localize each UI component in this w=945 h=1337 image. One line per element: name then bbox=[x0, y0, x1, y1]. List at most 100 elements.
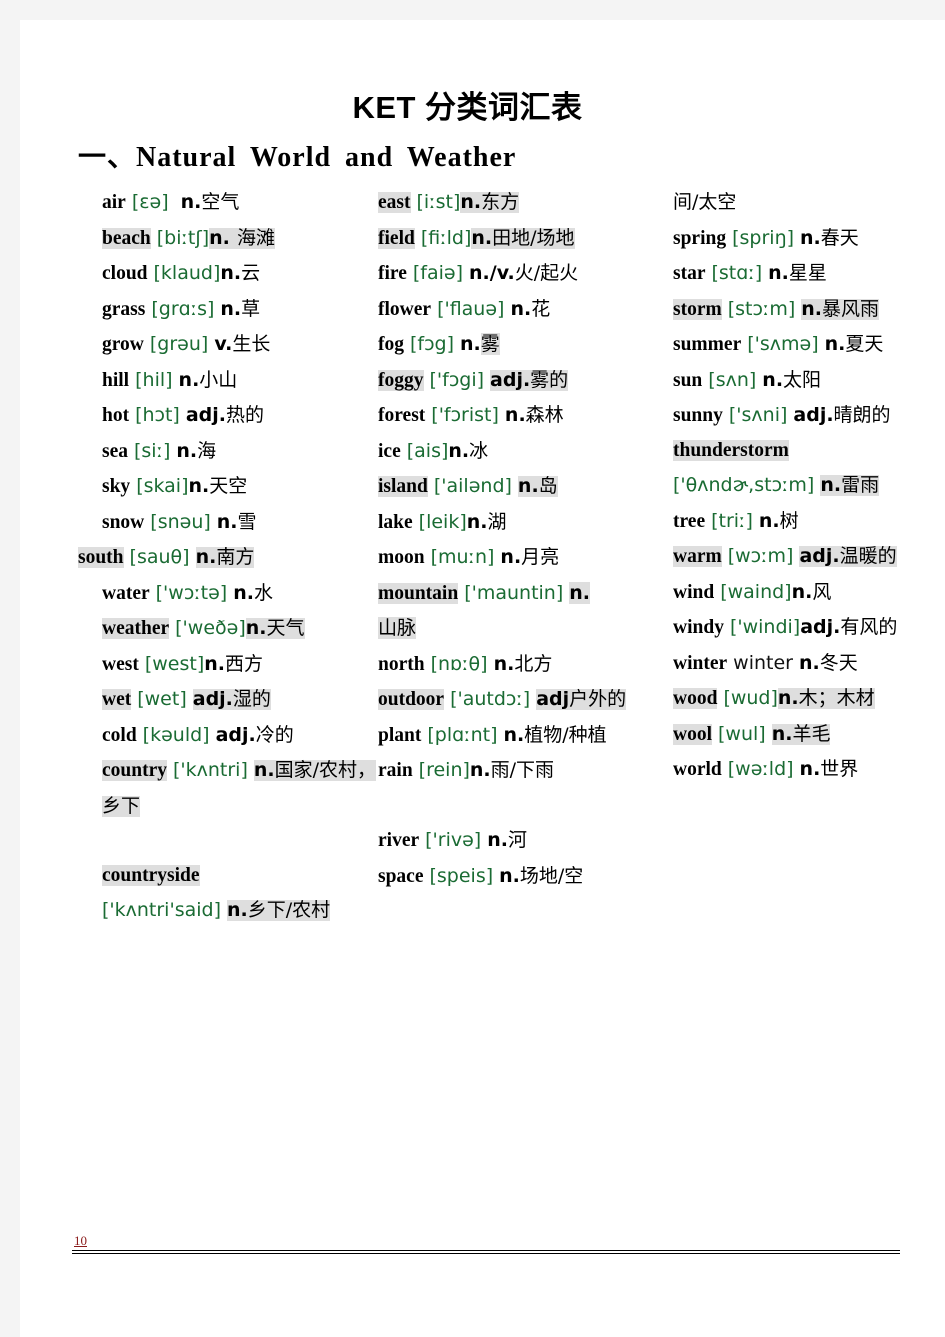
meaning: 夏天 bbox=[845, 333, 884, 355]
meaning: 冰 bbox=[469, 439, 489, 462]
headword: plant bbox=[378, 724, 422, 746]
phonetic: winter bbox=[733, 651, 793, 674]
part-of-speech: n. bbox=[504, 404, 526, 426]
part-of-speech: n. bbox=[503, 723, 525, 746]
phonetic: [hɔt] bbox=[135, 404, 180, 426]
entry-warm: warm [wɔːm] adj.温暖的 bbox=[673, 539, 945, 575]
entry-winter: winter winter n.冬天 bbox=[673, 646, 945, 682]
phonetic: ['mauntin] bbox=[464, 581, 564, 604]
headword: grow bbox=[102, 334, 144, 355]
headword: summer bbox=[673, 334, 742, 355]
entry-flower: flower ['flauə] n.花 bbox=[378, 292, 663, 328]
entry-air: air [ɛə] n.空气 bbox=[78, 185, 378, 221]
entry-south: south [sauθ] n.南方 bbox=[78, 540, 378, 576]
entry-fog: fog [fɔg] n.雾 bbox=[378, 327, 663, 363]
part-of-speech: n. bbox=[220, 297, 242, 320]
headword: windy bbox=[673, 617, 724, 638]
meaning: 雾 bbox=[480, 333, 500, 355]
phonetic: [fiːld] bbox=[420, 226, 472, 249]
entry-sunny: sunny ['sʌni] adj.晴朗的 bbox=[673, 398, 945, 434]
phonetic: [fɔg] bbox=[410, 333, 455, 355]
phonetic: [skai] bbox=[136, 475, 189, 497]
headword: field bbox=[378, 227, 415, 249]
part-of-speech: n. bbox=[209, 226, 230, 249]
part-of-speech: n. bbox=[824, 333, 846, 355]
part-of-speech: n. bbox=[469, 759, 491, 781]
entry-river: river ['rivə] n.河 bbox=[378, 823, 663, 859]
phonetic: ['weðə] bbox=[175, 617, 246, 639]
phonetic: [wud] bbox=[723, 687, 778, 709]
headword: winter bbox=[673, 652, 728, 674]
phonetic: [klaud] bbox=[153, 262, 221, 284]
meaning: 温暖的 bbox=[839, 545, 897, 567]
part-of-speech: n. bbox=[460, 191, 482, 213]
meaning: 热的 bbox=[226, 404, 265, 426]
meaning: 冬天 bbox=[819, 651, 858, 674]
meaning: 月亮 bbox=[521, 546, 560, 568]
meaning: 东方 bbox=[481, 191, 520, 213]
headword: south bbox=[78, 547, 124, 568]
headword: cloud bbox=[102, 263, 148, 284]
headword: grass bbox=[102, 298, 146, 320]
part-of-speech: n. bbox=[798, 651, 820, 674]
entry-space: space [speis] n.场地/空 bbox=[378, 859, 663, 895]
meaning: 雨/下雨 bbox=[490, 759, 555, 781]
entry-star: star [stɑː] n.星星 bbox=[673, 256, 945, 292]
headword: fire bbox=[378, 263, 407, 284]
entry-weather: weather ['weðə]n.天气 bbox=[78, 611, 378, 647]
part-of-speech: n. bbox=[768, 262, 789, 284]
meaning: 有风的 bbox=[840, 616, 898, 638]
scan-background: KET 分类词汇表 一、Natural World and Weather ai… bbox=[0, 0, 945, 1337]
meaning: 水 bbox=[253, 581, 273, 604]
headword: country bbox=[102, 760, 167, 781]
meaning: 暴风雨 bbox=[822, 297, 880, 320]
phonetic: [stɑː] bbox=[711, 262, 763, 284]
entry-cold: cold [kəuld] adj.冷的 bbox=[78, 718, 378, 754]
meaning: 湿的 bbox=[232, 688, 271, 710]
phonetic: ['fɔrist] bbox=[431, 404, 499, 426]
meaning: 小山 bbox=[199, 368, 238, 391]
meaning: 树 bbox=[779, 509, 799, 532]
phonetic: ['windi] bbox=[729, 616, 801, 638]
meaning: 海 bbox=[197, 439, 217, 462]
headword: air bbox=[102, 192, 126, 213]
headword: star bbox=[673, 263, 706, 284]
headword: mountain bbox=[378, 582, 459, 604]
entry-beach: beach [biːtʃ]n. 海滩 bbox=[78, 221, 378, 257]
entry-outdoor: outdoor ['autdɔː] adj户外的 bbox=[378, 682, 663, 718]
headword: sunny bbox=[673, 405, 723, 426]
entry-countryside: countryside ['kʌntri'said] n.乡下/农村 bbox=[78, 859, 378, 929]
part-of-speech: n. bbox=[791, 580, 813, 603]
entry-wet: wet [wet] adj.湿的 bbox=[78, 682, 378, 718]
footer-divider bbox=[72, 1250, 900, 1254]
part-of-speech: n. bbox=[487, 829, 508, 851]
meaning: 草 bbox=[241, 297, 261, 320]
meaning: 天气 bbox=[266, 617, 305, 639]
phonetic: [snəu] bbox=[150, 510, 211, 533]
meaning: 雾的 bbox=[530, 368, 569, 391]
meaning: 世界 bbox=[820, 758, 859, 780]
headword: tree bbox=[673, 510, 706, 532]
part-of-speech: adj. bbox=[490, 368, 531, 391]
part-of-speech: adj bbox=[536, 688, 570, 710]
entry-foggy: foggy ['fɔgi] adj.雾的 bbox=[378, 363, 663, 399]
headword: island bbox=[378, 476, 428, 497]
part-of-speech: n. bbox=[471, 226, 493, 249]
entry-water: water ['wɔːtə] n.水 bbox=[78, 576, 378, 612]
headword: wood bbox=[673, 688, 718, 709]
entry-wood: wood [wud]n.木；木材 bbox=[673, 681, 945, 717]
page-number: 10 bbox=[74, 1233, 87, 1248]
phonetic: ['rivə] bbox=[425, 829, 482, 851]
entry-plant: plant [plɑːnt] n.植物/种植 bbox=[378, 718, 663, 754]
entry-lake: lake [leik]n.湖 bbox=[378, 505, 663, 541]
meaning: 太阳 bbox=[783, 368, 822, 391]
part-of-speech: adj. bbox=[800, 616, 841, 638]
entry-rain: rain [rein]n.雨/下雨 bbox=[378, 753, 663, 789]
part-of-speech: n. bbox=[226, 899, 248, 921]
meaning: 森林 bbox=[525, 404, 564, 426]
phonetic: ['wɔːtə] bbox=[155, 581, 228, 604]
entry-wind: wind [waind]n.风 bbox=[673, 575, 945, 611]
headword: storm bbox=[673, 298, 722, 320]
meaning: 山脉 bbox=[378, 617, 417, 639]
